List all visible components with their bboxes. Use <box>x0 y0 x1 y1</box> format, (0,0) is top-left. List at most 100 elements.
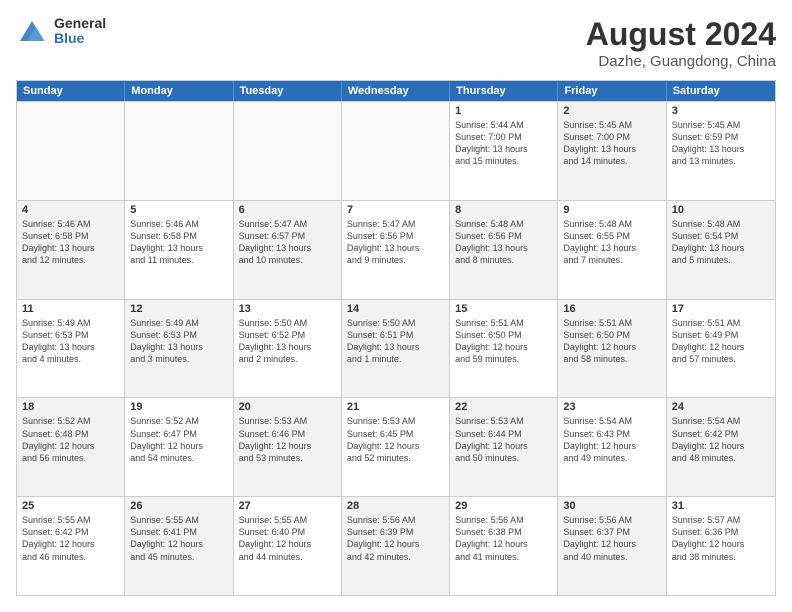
cell-info: Sunrise: 5:55 AM Sunset: 6:40 PM Dayligh… <box>239 514 336 563</box>
calendar-cell-1-1: 5Sunrise: 5:46 AM Sunset: 6:58 PM Daylig… <box>125 201 233 299</box>
calendar-cell-1-3: 7 Sunrise: 5:47 AM Sunset: 6:56 PM Daylig… <box>342 201 450 299</box>
day-number: 2 <box>563 105 660 117</box>
day-header-mon: Monday <box>125 81 233 101</box>
day-number: 14 <box>347 303 444 315</box>
cell-info: Sunrise: 5:49 AM Sunset: 6:53 PM Dayligh… <box>130 317 227 366</box>
cell-info: Sunrise: 5:53 AM Sunset: 6:44 PM Dayligh… <box>455 415 552 464</box>
calendar-cell-4-2: 27 Sunrise: 5:55 AM Sunset: 6:40 PM Dayli… <box>234 497 342 595</box>
logo-icon <box>16 17 48 45</box>
cell-info: Sunrise: 5:54 AM Sunset: 6:42 PM Dayligh… <box>672 415 770 464</box>
day-number: 27 <box>239 500 336 512</box>
cell-info: Sunrise: 5:46 AM Sunset: 6:58 PM Dayligh… <box>22 218 119 267</box>
calendar-cell-0-6: 3Sunrise: 5:45 AM Sunset: 6:59 PM Daylig… <box>667 102 775 200</box>
calendar-row-3: 18 Sunrise: 5:52 AM Sunset: 6:48 PM Dayli… <box>17 397 775 496</box>
cell-info: Sunrise: 5:56 AM Sunset: 6:38 PM Dayligh… <box>455 514 552 563</box>
cell-info: Sunrise: 5:46 AM Sunset: 6:58 PM Dayligh… <box>130 218 227 267</box>
cell-info: Sunrise: 5:51 AM Sunset: 6:50 PM Dayligh… <box>455 317 552 366</box>
calendar-cell-3-1: 19 Sunrise: 5:52 AM Sunset: 6:47 PM Dayli… <box>125 398 233 496</box>
cell-info: Sunrise: 5:56 AM Sunset: 6:37 PM Dayligh… <box>563 514 660 563</box>
cell-info: Sunrise: 5:55 AM Sunset: 6:41 PM Dayligh… <box>130 514 227 563</box>
day-header-thu: Thursday <box>450 81 558 101</box>
day-number: 18 <box>22 401 119 413</box>
calendar-cell-1-0: 4 Sunrise: 5:46 AM Sunset: 6:58 PM Daylig… <box>17 201 125 299</box>
day-number: 9 <box>563 204 660 216</box>
day-number: 17 <box>672 303 770 315</box>
day-number: 26 <box>130 500 227 512</box>
calendar: Sunday Monday Tuesday Wednesday Thursday… <box>16 80 776 596</box>
main-title: August 2024 <box>586 16 776 53</box>
cell-info: Sunrise: 5:47 AM Sunset: 6:56 PM Dayligh… <box>347 218 444 267</box>
calendar-cell-3-3: 21Sunrise: 5:53 AM Sunset: 6:45 PM Dayli… <box>342 398 450 496</box>
logo-general: General <box>54 16 106 31</box>
header: General Blue August 2024 Dazhe, Guangdon… <box>16 16 776 70</box>
calendar-cell-4-6: 31 Sunrise: 5:57 AM Sunset: 6:36 PM Dayli… <box>667 497 775 595</box>
cell-info: Sunrise: 5:56 AM Sunset: 6:39 PM Dayligh… <box>347 514 444 563</box>
calendar-cell-2-0: 11Sunrise: 5:49 AM Sunset: 6:53 PM Dayli… <box>17 300 125 398</box>
calendar-cell-1-4: 8Sunrise: 5:48 AM Sunset: 6:56 PM Daylig… <box>450 201 558 299</box>
day-number: 6 <box>239 204 336 216</box>
day-number: 22 <box>455 401 552 413</box>
day-number: 16 <box>563 303 660 315</box>
calendar-cell-3-2: 20Sunrise: 5:53 AM Sunset: 6:46 PM Dayli… <box>234 398 342 496</box>
cell-info: Sunrise: 5:45 AM Sunset: 6:59 PM Dayligh… <box>672 119 770 168</box>
calendar-cell-1-6: 10 Sunrise: 5:48 AM Sunset: 6:54 PM Dayli… <box>667 201 775 299</box>
cell-info: Sunrise: 5:52 AM Sunset: 6:47 PM Dayligh… <box>130 415 227 464</box>
cell-info: Sunrise: 5:49 AM Sunset: 6:53 PM Dayligh… <box>22 317 119 366</box>
day-number: 25 <box>22 500 119 512</box>
day-header-wed: Wednesday <box>342 81 450 101</box>
day-number: 20 <box>239 401 336 413</box>
day-number: 4 <box>22 204 119 216</box>
calendar-cell-0-1 <box>125 102 233 200</box>
calendar-row-1: 4 Sunrise: 5:46 AM Sunset: 6:58 PM Daylig… <box>17 200 775 299</box>
calendar-cell-4-4: 29 Sunrise: 5:56 AM Sunset: 6:38 PM Dayli… <box>450 497 558 595</box>
calendar-row-4: 25 Sunrise: 5:55 AM Sunset: 6:42 PM Dayli… <box>17 496 775 595</box>
day-number: 29 <box>455 500 552 512</box>
day-header-sun: Sunday <box>17 81 125 101</box>
cell-info: Sunrise: 5:45 AM Sunset: 7:00 PM Dayligh… <box>563 119 660 168</box>
calendar-cell-0-4: 1Sunrise: 5:44 AM Sunset: 7:00 PM Daylig… <box>450 102 558 200</box>
calendar-cell-1-5: 9 Sunrise: 5:48 AM Sunset: 6:55 PM Daylig… <box>558 201 666 299</box>
calendar-header: Sunday Monday Tuesday Wednesday Thursday… <box>17 81 775 101</box>
calendar-cell-4-3: 28 Sunrise: 5:56 AM Sunset: 6:39 PM Dayli… <box>342 497 450 595</box>
cell-info: Sunrise: 5:48 AM Sunset: 6:54 PM Dayligh… <box>672 218 770 267</box>
logo: General Blue <box>16 16 106 47</box>
calendar-cell-0-2 <box>234 102 342 200</box>
day-header-sat: Saturday <box>667 81 775 101</box>
day-number: 28 <box>347 500 444 512</box>
cell-info: Sunrise: 5:51 AM Sunset: 6:49 PM Dayligh… <box>672 317 770 366</box>
calendar-cell-2-4: 15 Sunrise: 5:51 AM Sunset: 6:50 PM Dayli… <box>450 300 558 398</box>
cell-info: Sunrise: 5:54 AM Sunset: 6:43 PM Dayligh… <box>563 415 660 464</box>
cell-info: Sunrise: 5:48 AM Sunset: 6:55 PM Dayligh… <box>563 218 660 267</box>
calendar-cell-2-3: 14Sunrise: 5:50 AM Sunset: 6:51 PM Dayli… <box>342 300 450 398</box>
day-number: 10 <box>672 204 770 216</box>
calendar-cell-4-1: 26 Sunrise: 5:55 AM Sunset: 6:41 PM Dayli… <box>125 497 233 595</box>
calendar-cell-4-5: 30 Sunrise: 5:56 AM Sunset: 6:37 PM Dayli… <box>558 497 666 595</box>
calendar-cell-3-0: 18 Sunrise: 5:52 AM Sunset: 6:48 PM Dayli… <box>17 398 125 496</box>
day-number: 8 <box>455 204 552 216</box>
day-number: 7 <box>347 204 444 216</box>
day-number: 21 <box>347 401 444 413</box>
cell-info: Sunrise: 5:52 AM Sunset: 6:48 PM Dayligh… <box>22 415 119 464</box>
day-number: 12 <box>130 303 227 315</box>
day-number: 13 <box>239 303 336 315</box>
calendar-cell-1-2: 6Sunrise: 5:47 AM Sunset: 6:57 PM Daylig… <box>234 201 342 299</box>
day-number: 15 <box>455 303 552 315</box>
calendar-cell-0-0 <box>17 102 125 200</box>
title-block: August 2024 Dazhe, Guangdong, China <box>586 16 776 70</box>
calendar-cell-2-1: 12 Sunrise: 5:49 AM Sunset: 6:53 PM Dayli… <box>125 300 233 398</box>
calendar-cell-0-5: 2 Sunrise: 5:45 AM Sunset: 7:00 PM Daylig… <box>558 102 666 200</box>
day-number: 30 <box>563 500 660 512</box>
calendar-cell-2-6: 17 Sunrise: 5:51 AM Sunset: 6:49 PM Dayli… <box>667 300 775 398</box>
day-number: 23 <box>563 401 660 413</box>
day-header-fri: Friday <box>558 81 666 101</box>
calendar-cell-2-5: 16Sunrise: 5:51 AM Sunset: 6:50 PM Dayli… <box>558 300 666 398</box>
day-number: 1 <box>455 105 552 117</box>
calendar-row-2: 11Sunrise: 5:49 AM Sunset: 6:53 PM Dayli… <box>17 299 775 398</box>
calendar-body: 1Sunrise: 5:44 AM Sunset: 7:00 PM Daylig… <box>17 101 775 595</box>
day-number: 19 <box>130 401 227 413</box>
calendar-cell-0-3 <box>342 102 450 200</box>
cell-info: Sunrise: 5:57 AM Sunset: 6:36 PM Dayligh… <box>672 514 770 563</box>
calendar-cell-3-5: 23 Sunrise: 5:54 AM Sunset: 6:43 PM Dayli… <box>558 398 666 496</box>
day-number: 31 <box>672 500 770 512</box>
cell-info: Sunrise: 5:55 AM Sunset: 6:42 PM Dayligh… <box>22 514 119 563</box>
